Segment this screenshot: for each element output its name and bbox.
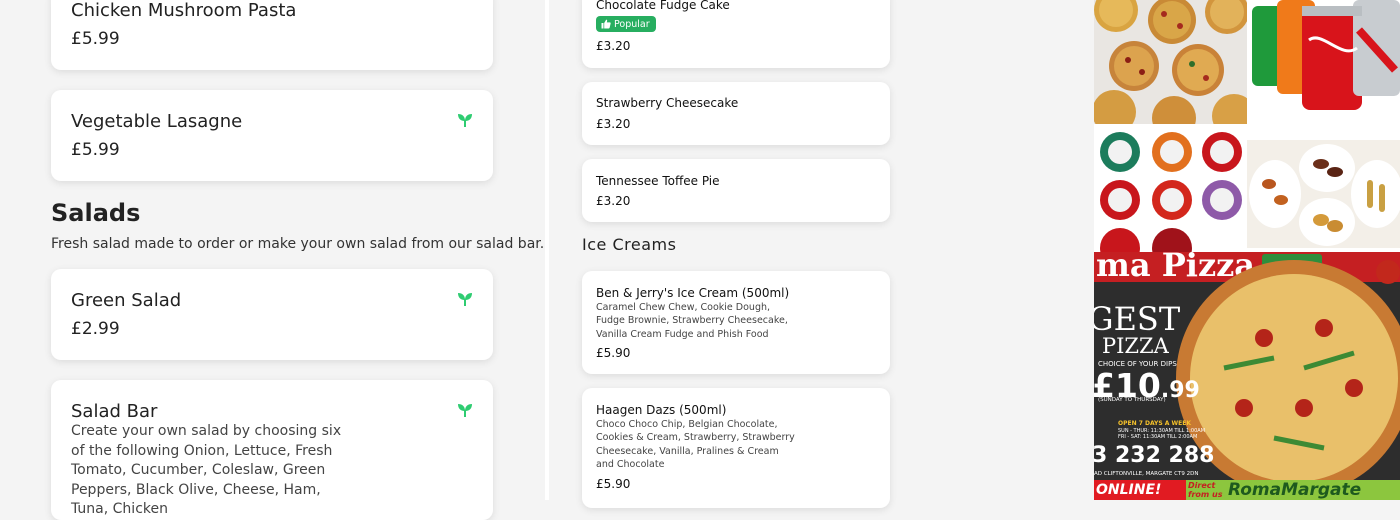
menu-item-name: Ben & Jerry's Ice Cream (500ml) — [596, 286, 790, 300]
menu-item-name: Chocolate Fudge Cake — [596, 0, 730, 12]
pizzas-photo-art — [1094, 0, 1247, 124]
menu-item-name: Chicken Mushroom Pasta — [71, 0, 297, 21]
flyer-direct-1: Direct — [1188, 481, 1216, 490]
menu-item-name: Vegetable Lasagne — [71, 111, 243, 132]
menu-item-card[interactable]: Salad Bar Create your own salad by choos… — [51, 380, 493, 520]
flyer-headline-2: PIZZA — [1102, 334, 1169, 358]
menu-item-card[interactable]: Strawberry Cheesecake £3.20 — [582, 82, 890, 145]
menu-item-description: Choco Choco Chip, Belgian Chocolate, Coo… — [596, 419, 795, 470]
popular-badge: Popular — [596, 16, 656, 32]
thumbs-up-icon — [601, 19, 611, 29]
menu-item-name: Tennessee Toffee Pie — [596, 174, 720, 188]
flyer-address: AD CLIFTONVILLE, MARGATE CT9 2DN — [1094, 471, 1199, 477]
menu-item-description: Create your own salad by choosing six of… — [71, 423, 342, 517]
flyer-online: ONLINE! — [1094, 480, 1186, 500]
menu-item-price: £5.99 — [71, 140, 120, 160]
menu-item-card[interactable]: Chicken Mushroom Pasta £5.99 — [51, 0, 493, 70]
flyer-direct: Direct from us — [1188, 481, 1223, 499]
menu-item-price: £3.20 — [596, 39, 631, 53]
menu-item-price: £2.99 — [71, 319, 120, 339]
menu-item-price: £3.20 — [596, 117, 631, 131]
flyer-phone: 3 232 288 — [1094, 443, 1215, 468]
flyer-website: RomaMargate — [1228, 480, 1362, 500]
vegetarian-leaf-icon — [458, 404, 472, 417]
menu-item-card[interactable]: Ben & Jerry's Ice Cream (500ml) Caramel … — [582, 271, 890, 374]
menu-column-left: Chicken Mushroom Pasta £5.99 Vegetable L… — [0, 0, 545, 520]
section-title-salads: Salads — [51, 199, 141, 227]
flyer-price-pence: .99 — [1160, 378, 1200, 403]
flyer-hours-2: FRI - SAT: 11:30AM TILL 2:00AM — [1118, 434, 1198, 440]
section-title-ice-creams: Ice Creams — [582, 235, 677, 254]
flyer-footer-band: ONLINE! Direct from us RomaMargate — [1094, 480, 1400, 500]
menu-item-card[interactable]: Haagen Dazs (500ml) Choco Choco Chip, Be… — [582, 388, 890, 508]
flyer-days: (SUNDAY TO THURSDAY) — [1098, 397, 1166, 403]
menu-item-name: Green Salad — [71, 290, 182, 311]
soft-drinks-photo-art — [1252, 0, 1400, 110]
soft-drinks-photo[interactable] — [1247, 0, 1400, 124]
dips-photo[interactable] — [1094, 124, 1247, 252]
wings-photo[interactable] — [1247, 140, 1400, 248]
vegetarian-leaf-icon — [458, 293, 472, 306]
menu-item-card[interactable]: Chocolate Fudge Cake Popular £3.20 — [582, 0, 890, 68]
menu-item-name: Salad Bar — [71, 401, 158, 422]
dips-photo-art — [1100, 132, 1242, 252]
menu-item-price: £5.90 — [596, 477, 631, 491]
wings-photo-art — [1249, 144, 1400, 246]
menu-item-price: £5.90 — [596, 346, 631, 360]
vegetarian-leaf-icon — [458, 114, 472, 127]
badge-label: Popular — [614, 18, 650, 30]
flyer-direct-2: from us — [1188, 490, 1223, 499]
section-description: Fresh salad made to order or make your o… — [51, 236, 545, 252]
menu-item-card[interactable]: Tennessee Toffee Pie £3.20 — [582, 159, 890, 222]
photo-gallery: ma Pizza 5 GEST PIZZA CHOICE OF YOUR DIP… — [1094, 0, 1400, 500]
menu-item-price: £5.99 — [71, 29, 120, 49]
menu-item-price: £3.20 — [596, 194, 631, 208]
menu-item-card[interactable]: Vegetable Lasagne £5.99 — [51, 90, 493, 181]
menu-item-name: Strawberry Cheesecake — [596, 96, 739, 110]
menu-item-card[interactable]: Green Salad £2.99 — [51, 269, 493, 360]
flyer-headline-1: GEST — [1094, 300, 1181, 338]
menu-item-name: Haagen Dazs (500ml) — [596, 403, 727, 417]
flyer-open-title: OPEN 7 DAYS A WEEK — [1118, 420, 1191, 427]
promo-flyer[interactable]: ma Pizza 5 GEST PIZZA CHOICE OF YOUR DIP… — [1094, 252, 1400, 500]
menu-column-middle: Chocolate Fudge Cake Popular £3.20 Straw… — [549, 0, 1094, 508]
pizzas-photo[interactable] — [1094, 0, 1247, 124]
menu-item-description: Caramel Chew Chew, Cookie Dough, Fudge B… — [596, 302, 788, 340]
